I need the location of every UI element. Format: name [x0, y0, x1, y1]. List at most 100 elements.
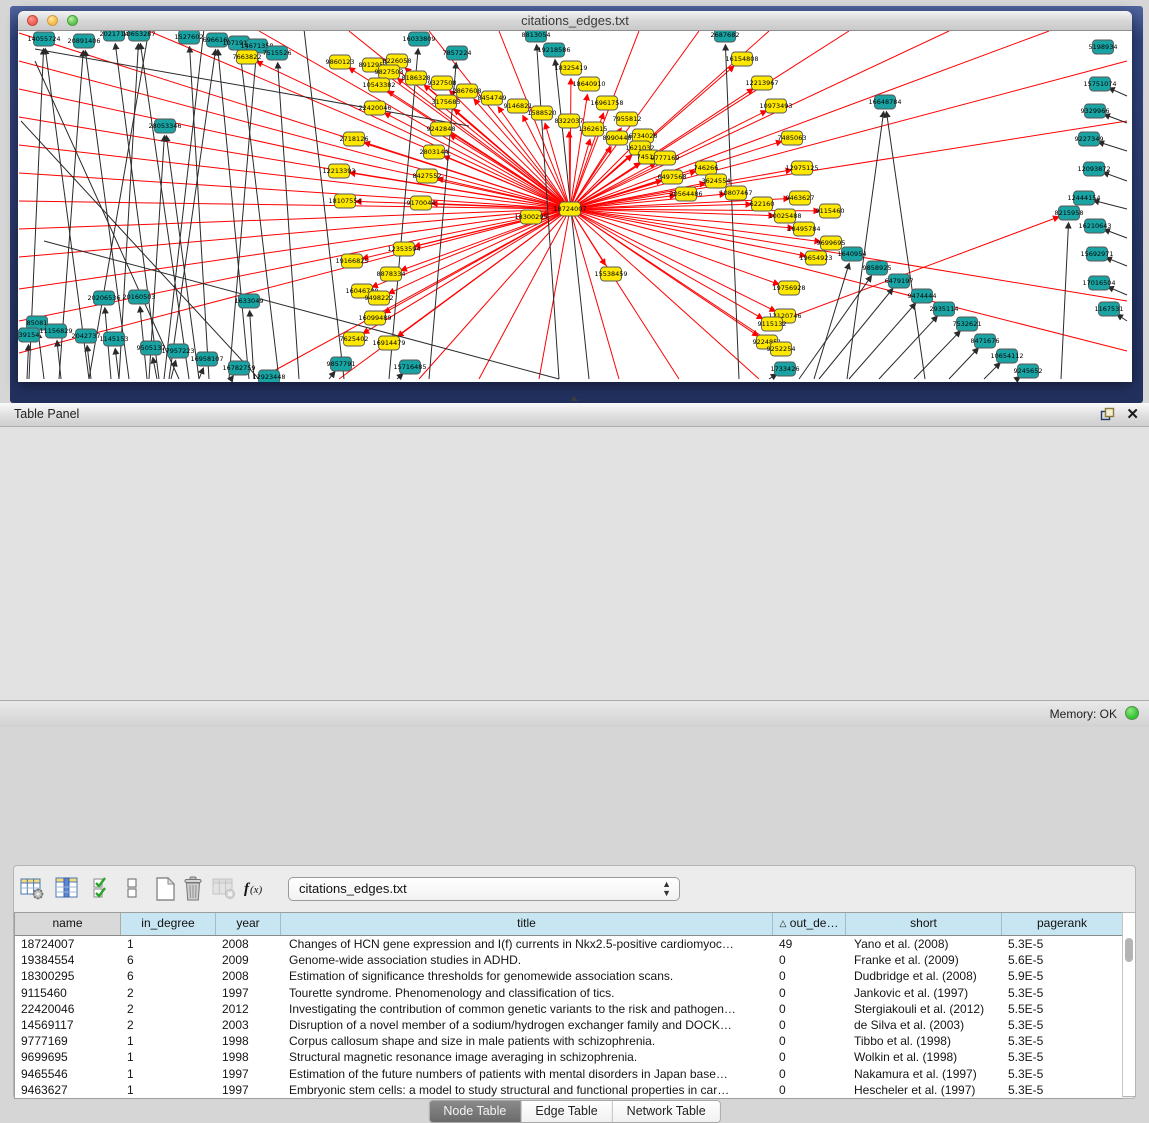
graph-node[interactable]: 16648784: [868, 95, 901, 109]
graph-node[interactable]: 10025488: [768, 209, 801, 223]
graph-node[interactable]: 7955812: [613, 112, 642, 126]
graph-node[interactable]: 16210643: [1078, 219, 1111, 233]
graph-node[interactable]: 3175685: [432, 95, 461, 109]
graph-node[interactable]: 6497568: [658, 170, 687, 184]
split-pane-grip[interactable]: [570, 396, 578, 401]
graph-node[interactable]: 9699695: [817, 236, 846, 250]
graph-node[interactable]: 9329966: [1081, 104, 1110, 118]
table-scrollbar[interactable]: [1122, 912, 1136, 1097]
network-file-selector[interactable]: citations_edges.txt ▲▼: [288, 877, 680, 901]
graph-node[interactable]: 10654112: [990, 349, 1023, 363]
graph-node[interactable]: 9857791: [327, 357, 356, 371]
graph-node[interactable]: 12213967: [745, 76, 778, 90]
graph-node[interactable]: 9498222: [365, 291, 394, 305]
graph-node[interactable]: 18640910: [572, 77, 605, 91]
row-height-icon[interactable]: [124, 875, 152, 905]
table-row[interactable]: 1456911722003Disruption of a novel membe…: [15, 1017, 1123, 1033]
graph-node[interactable]: 20891406: [67, 34, 100, 48]
graph-node[interactable]: 12353594: [387, 242, 420, 256]
graph-node[interactable]: 8813054: [522, 31, 551, 42]
table-row[interactable]: 977716911998Corpus callosum shape and si…: [15, 1033, 1123, 1049]
graph-node[interactable]: 9227349: [1075, 132, 1104, 146]
graph-node[interactable]: 2042737: [72, 329, 101, 343]
graph-node[interactable]: 11156829: [39, 324, 72, 338]
graph-node[interactable]: 10543382: [362, 78, 395, 92]
graph-node[interactable]: 2718126: [340, 132, 369, 146]
graph-node[interactable]: 746266: [694, 161, 719, 175]
graph-node[interactable]: 15538459: [594, 267, 627, 281]
graph-node[interactable]: 19166825: [335, 254, 368, 268]
function-builder-icon[interactable]: f(x): [242, 875, 270, 905]
graph-node[interactable]: 12444154: [1067, 191, 1100, 205]
graph-node[interactable]: 8215958: [1055, 206, 1084, 220]
graph-node[interactable]: 18495784: [787, 222, 820, 236]
graph-node[interactable]: 9115460: [816, 204, 845, 218]
graph-node[interactable]: 16958107: [190, 352, 223, 366]
graph-node[interactable]: 2935114: [930, 302, 959, 316]
graph-node[interactable]: 8471676: [971, 334, 1000, 348]
new-column-icon[interactable]: [152, 875, 180, 905]
graph-node[interactable]: 16033809: [402, 32, 435, 46]
column-header-name[interactable]: name: [15, 913, 121, 935]
column-header-title[interactable]: title: [281, 913, 773, 935]
graph-node[interactable]: 16782759: [222, 361, 255, 375]
graph-node[interactable]: 14055724: [27, 32, 60, 46]
graph-node[interactable]: 19756928: [772, 281, 805, 295]
graph-node[interactable]: 16099489: [358, 311, 391, 325]
graph-node[interactable]: 20160503: [122, 290, 155, 304]
graph-node[interactable]: 18325419: [554, 61, 587, 75]
graph-node[interactable]: 12975125: [785, 161, 818, 175]
network-canvas[interactable]: 1405572420891406202171410653287152760269…: [18, 31, 1132, 382]
column-select-icon[interactable]: [92, 875, 120, 905]
graph-node[interactable]: 7515526: [263, 46, 292, 60]
graph-node[interactable]: 622160: [750, 197, 775, 211]
table-row[interactable]: 946554611997Estimation of the future num…: [15, 1066, 1123, 1082]
graph-node[interactable]: 7532621: [953, 317, 982, 331]
graph-node[interactable]: 39154: [19, 328, 40, 342]
table-row[interactable]: 911546021997Tourette syndrome. Phenomeno…: [15, 985, 1123, 1001]
graph-node[interactable]: 9474444: [908, 289, 937, 303]
graph-node[interactable]: 2687682: [711, 31, 740, 42]
graph-node[interactable]: 7485063: [778, 131, 807, 145]
graph-node[interactable]: 16961758: [590, 96, 623, 110]
table-row[interactable]: 1830029562008Estimation of significance …: [15, 968, 1123, 984]
graph-node[interactable]: 10653287: [122, 31, 155, 41]
column-header-out_de[interactable]: △ out_de…: [773, 913, 846, 935]
graph-node[interactable]: 1588520: [528, 106, 557, 120]
graph-node[interactable]: 16914479: [372, 336, 405, 350]
network-window-titlebar[interactable]: citations_edges.txt: [18, 11, 1132, 31]
graph-node[interactable]: 2803144: [420, 145, 449, 159]
graph-node[interactable]: 7857224: [443, 46, 472, 60]
graph-node[interactable]: 9245652: [1014, 364, 1043, 378]
graph-node[interactable]: 9827503: [375, 65, 404, 79]
graph-node[interactable]: 7663822: [233, 50, 262, 64]
column-header-pagerank[interactable]: pagerank: [1002, 913, 1123, 935]
graph-node[interactable]: 16154808: [725, 52, 758, 66]
graph-node[interactable]: 22420046: [358, 101, 391, 115]
graph-node[interactable]: 12213393: [322, 164, 355, 178]
tab-network-table[interactable]: Network Table: [613, 1101, 720, 1122]
show-columns-icon[interactable]: [54, 875, 82, 905]
column-header-short[interactable]: short: [846, 913, 1002, 935]
tab-edge-table[interactable]: Edge Table: [521, 1101, 612, 1122]
tab-node-table[interactable]: Node Table: [429, 1101, 521, 1122]
graph-node[interactable]: 9860123: [326, 55, 355, 69]
graph-node[interactable]: 9115132: [758, 317, 787, 331]
graph-node[interactable]: 7625402: [340, 332, 369, 346]
graph-node[interactable]: 9463627: [786, 191, 815, 205]
graph-node[interactable]: 1640954: [838, 247, 867, 261]
close-icon[interactable]: ✕: [1126, 405, 1139, 423]
table-row[interactable]: 1872400712008Changes of HCN gene express…: [15, 936, 1123, 952]
table-mode-icon[interactable]: [19, 875, 47, 905]
graph-node[interactable]: 10973493: [759, 99, 792, 113]
graph-node[interactable]: 19654923: [799, 251, 832, 265]
graph-node[interactable]: 6479197: [885, 274, 914, 288]
graph-node[interactable]: 1733426: [771, 362, 800, 376]
scrollbar-thumb[interactable]: [1125, 938, 1133, 962]
table-row[interactable]: 1938455462009Genome-wide association stu…: [15, 952, 1123, 968]
graph-node[interactable]: 5198934: [1089, 40, 1118, 54]
graph-node[interactable]: 12923448: [252, 370, 285, 382]
graph-node[interactable]: 10807467: [719, 186, 752, 200]
graph-node[interactable]: 9777169: [651, 151, 680, 165]
column-header-in_degree[interactable]: in_degree: [121, 913, 216, 935]
